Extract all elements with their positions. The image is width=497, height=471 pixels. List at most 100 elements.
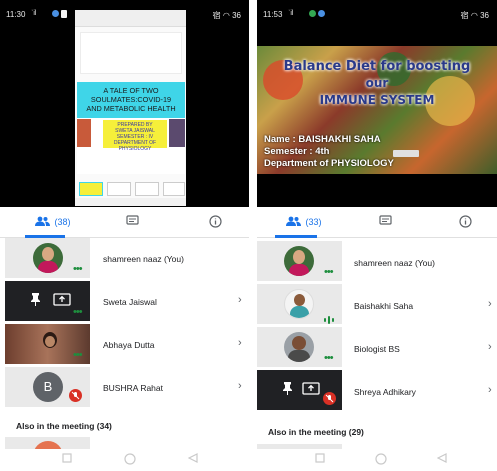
participant-tile: B xyxy=(5,367,90,407)
slide-thumbnails xyxy=(77,178,185,198)
slide-right-image xyxy=(169,119,185,147)
also-in-meeting-header: Also in the meeting (29) xyxy=(268,427,364,437)
back-icon[interactable] xyxy=(436,453,447,466)
info-icon xyxy=(208,214,222,230)
participant-row[interactable]: ••• shamreen naaz (You) xyxy=(0,238,249,280)
notification-icons xyxy=(50,9,67,18)
signal-icon: ʾil xyxy=(31,10,37,17)
participant-row[interactable]: Shreya Adhikary › xyxy=(257,370,497,412)
chevron-right-icon[interactable]: › xyxy=(488,384,492,396)
shared-page-blank xyxy=(80,32,182,74)
tab-people[interactable]: (33) xyxy=(269,207,339,237)
participant-row[interactable]: ••• Sweta Jaiswal › xyxy=(0,281,249,323)
right-phone-screen: 11:53 ʾil 宿 ◠ 36 Balance Diet for boosti… xyxy=(257,0,497,471)
status-time: 11:30 xyxy=(6,10,26,19)
status-right: 宿 ◠ 36 xyxy=(212,11,241,20)
speaking-indicator-icon: ••• xyxy=(324,352,334,364)
participant-tile xyxy=(257,370,342,410)
participant-name: Baishakhi Saha xyxy=(354,301,414,311)
speaking-indicator-icon: ••• xyxy=(73,306,83,318)
avatar xyxy=(284,289,314,319)
avatar xyxy=(35,330,65,360)
android-nav-bar xyxy=(0,449,249,471)
participant-tile: ••• xyxy=(5,281,90,321)
audio-level-icon xyxy=(324,311,334,324)
slide-prepared-box: PREPARED BY SWETA JAISWAL SEMESTER : IV … xyxy=(103,120,167,152)
status-time: 11:53 xyxy=(263,10,283,19)
participant-tile: ••• xyxy=(257,241,342,281)
recents-icon[interactable] xyxy=(315,453,325,466)
tab-chat[interactable] xyxy=(112,207,152,237)
slide: Balance Diet for boosting our IMMUNE SYS… xyxy=(257,46,497,174)
participant-row[interactable]: ••• Biologist BS › xyxy=(257,327,497,369)
left-phone-screen: 11:30 ʾil 宿 ◠ 36 A TALE OF TWO SOULMATES… xyxy=(0,0,249,471)
chevron-right-icon[interactable]: › xyxy=(238,337,242,349)
slide-title: A TALE OF TWO SOULMATES:COVID-19 AND MET… xyxy=(77,82,185,118)
meeting-tabs: (33) xyxy=(257,207,497,238)
people-icon xyxy=(35,216,51,228)
speaking-indicator-icon: ••• xyxy=(73,349,83,361)
slide-title: Balance Diet for boosting our IMMUNE SYS… xyxy=(283,59,471,107)
participant-row[interactable]: B BUSHRA Rahat › xyxy=(0,367,249,409)
people-count: (38) xyxy=(54,217,71,227)
chevron-right-icon[interactable]: › xyxy=(238,380,242,392)
chat-icon xyxy=(378,215,392,229)
people-icon xyxy=(286,216,302,228)
also-in-meeting-header: Also in the meeting (34) xyxy=(16,421,112,431)
participant-name: BUSHRA Rahat xyxy=(103,383,163,393)
tab-people[interactable]: (38) xyxy=(18,207,88,237)
meeting-tabs: (38) xyxy=(0,207,249,238)
shared-toolbar xyxy=(75,10,186,27)
tab-chat[interactable] xyxy=(365,207,405,237)
pin-icon xyxy=(30,293,41,311)
status-right: 宿 ◠ 36 xyxy=(460,11,489,20)
participant-row[interactable]: ••• Abhaya Dutta › xyxy=(0,324,249,366)
avatar xyxy=(284,246,314,276)
participant-row[interactable]: ••• shamreen naaz (You) xyxy=(257,241,497,283)
speaking-indicator-icon: ••• xyxy=(73,263,83,275)
speaking-indicator-icon: ••• xyxy=(324,266,334,278)
participant-name: Biologist BS xyxy=(354,344,400,354)
mic-off-icon xyxy=(69,389,82,402)
notification-icons xyxy=(307,9,325,18)
chat-icon xyxy=(125,215,139,229)
tab-info[interactable] xyxy=(200,207,230,237)
status-bar: 11:53 ʾil 宿 ◠ 36 xyxy=(257,0,497,26)
participant-name: shamreen naaz (You) xyxy=(354,258,435,268)
participant-tile: ••• xyxy=(257,327,342,367)
participant-tile: ••• xyxy=(5,238,90,278)
presentation-area: 11:30 ʾil 宿 ◠ 36 A TALE OF TWO SOULMATES… xyxy=(0,0,249,207)
avatar: B xyxy=(33,372,63,402)
tab-underline xyxy=(275,235,317,238)
divider xyxy=(249,0,257,471)
back-icon[interactable] xyxy=(187,453,198,466)
mic-off-icon xyxy=(323,392,336,405)
signal-icon: ʾil xyxy=(288,10,294,17)
android-nav-bar xyxy=(257,449,497,471)
participant-tile: ••• xyxy=(5,324,90,364)
participant-name: Sweta Jaiswal xyxy=(103,297,157,307)
participant-name: Abhaya Dutta xyxy=(103,340,155,350)
chevron-right-icon[interactable]: › xyxy=(488,298,492,310)
participant-name: shamreen naaz (You) xyxy=(103,254,184,264)
presentation-area: 11:53 ʾil 宿 ◠ 36 Balance Diet for boosti… xyxy=(257,0,497,207)
slide-presenter-info: Name : BAISHAKHI SAHA Semester : 4th Dep… xyxy=(264,134,394,169)
participant-row[interactable]: Baishakhi Saha › xyxy=(257,284,497,326)
presenting-overlay xyxy=(393,150,419,157)
tab-info[interactable] xyxy=(450,207,480,237)
home-icon[interactable] xyxy=(375,453,387,468)
slide-left-image xyxy=(77,119,91,147)
people-count: (33) xyxy=(305,217,322,227)
chevron-right-icon[interactable]: › xyxy=(488,341,492,353)
recents-icon[interactable] xyxy=(62,453,72,466)
participant-name: Shreya Adhikary xyxy=(354,387,416,397)
chevron-right-icon[interactable]: › xyxy=(238,294,242,306)
pin-icon xyxy=(282,382,293,400)
shared-screen: A TALE OF TWO SOULMATES:COVID-19 AND MET… xyxy=(75,10,186,206)
avatar xyxy=(284,332,314,362)
avatar xyxy=(33,243,63,273)
present-icon xyxy=(53,293,71,311)
home-icon[interactable] xyxy=(124,453,136,468)
present-icon xyxy=(302,382,320,400)
slide: A TALE OF TWO SOULMATES:COVID-19 AND MET… xyxy=(77,82,185,174)
